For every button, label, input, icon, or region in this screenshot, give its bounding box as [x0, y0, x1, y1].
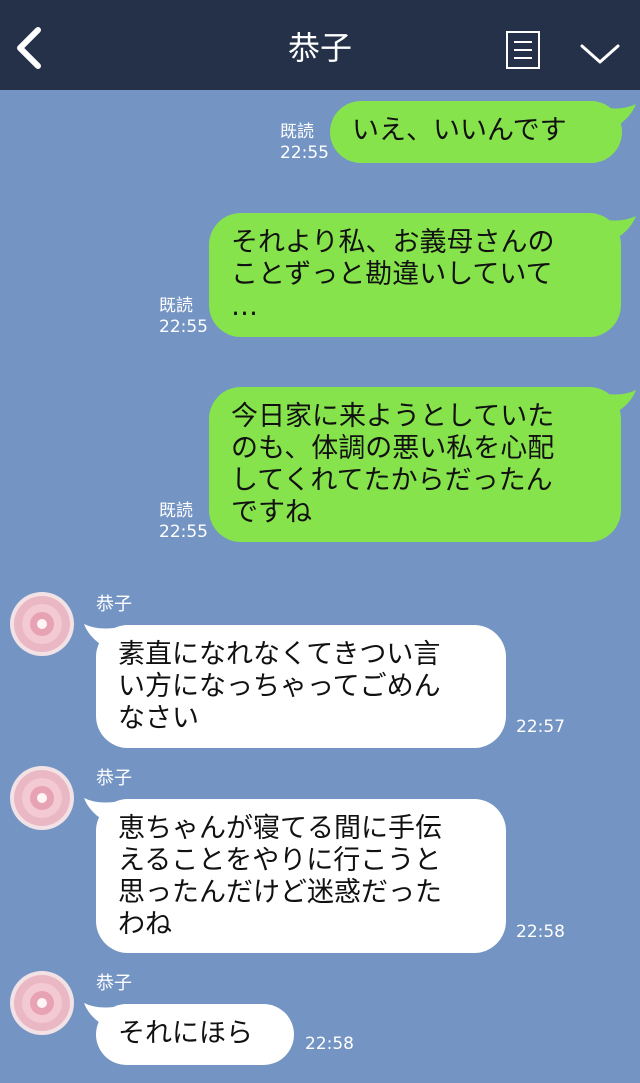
read-receipt: 既読	[159, 296, 193, 316]
message-text: ことずっと勘違いしていて	[231, 259, 553, 290]
avatar[interactable]	[10, 971, 74, 1035]
message-time: 22:57	[516, 717, 565, 737]
chat-title: 恭子	[287, 29, 352, 67]
message-text: してくれてたからだったん	[231, 465, 553, 496]
message-text: いえ、いいんです	[352, 115, 567, 146]
message-text: ですね	[231, 497, 312, 528]
message-meta: 既読 22:55	[159, 501, 208, 543]
message-time: 22:58	[516, 922, 565, 942]
message-time: 22:55	[159, 522, 208, 542]
message-text: えることをやりに行こうと	[118, 845, 442, 876]
sender-name: 恭子	[96, 768, 132, 789]
message-time: 22:58	[305, 1034, 354, 1054]
message-text: 素直になれなくてきつい言	[118, 639, 441, 670]
message-bubble[interactable]: いえ、いいんです	[330, 101, 622, 163]
message-bubble[interactable]: それより私、お義母さんの ことずっと勘違いしていて …	[209, 213, 621, 337]
message-text: …	[231, 291, 258, 322]
read-receipt: 既読	[159, 501, 193, 521]
read-receipt: 既読	[280, 122, 314, 142]
message-text: のも、体調の悪い私を心配	[231, 433, 555, 464]
message-text: 今日家に来ようとしていた	[231, 401, 555, 432]
message-text: 思ったんだけど迷惑だった	[118, 877, 442, 908]
sender-name: 恭子	[96, 973, 132, 994]
message-text: わね	[118, 909, 172, 940]
menu-icon[interactable]	[506, 31, 540, 69]
chevron-down-icon[interactable]	[578, 38, 622, 68]
message-bubble[interactable]: 恵ちゃんが寝てる間に手伝 えることをやりに行こうと 思ったんだけど迷惑だった わ…	[96, 799, 506, 953]
message-meta: 既読 22:55	[159, 296, 208, 338]
message-meta: 既読 22:55	[280, 122, 329, 164]
avatar[interactable]	[10, 592, 74, 656]
message-text: い方になっちゃってごめん	[118, 671, 441, 702]
message-bubble[interactable]: 今日家に来ようとしていた のも、体調の悪い私を心配 してくれてたからだったん で…	[209, 387, 621, 542]
message-time: 22:55	[280, 143, 329, 163]
message-bubble[interactable]: 素直になれなくてきつい言 い方になっちゃってごめん なさい	[96, 625, 506, 748]
message-text: なさい	[118, 703, 199, 734]
avatar[interactable]	[10, 766, 74, 830]
chat-header: 恭子	[0, 0, 640, 90]
message-text: 恵ちゃんが寝てる間に手伝	[118, 813, 442, 844]
message-text: それより私、お義母さんの	[231, 227, 555, 258]
message-time: 22:55	[159, 317, 208, 337]
sender-name: 恭子	[96, 594, 132, 615]
message-bubble[interactable]: それにほら	[96, 1004, 294, 1065]
message-text: それにほら	[118, 1018, 253, 1049]
